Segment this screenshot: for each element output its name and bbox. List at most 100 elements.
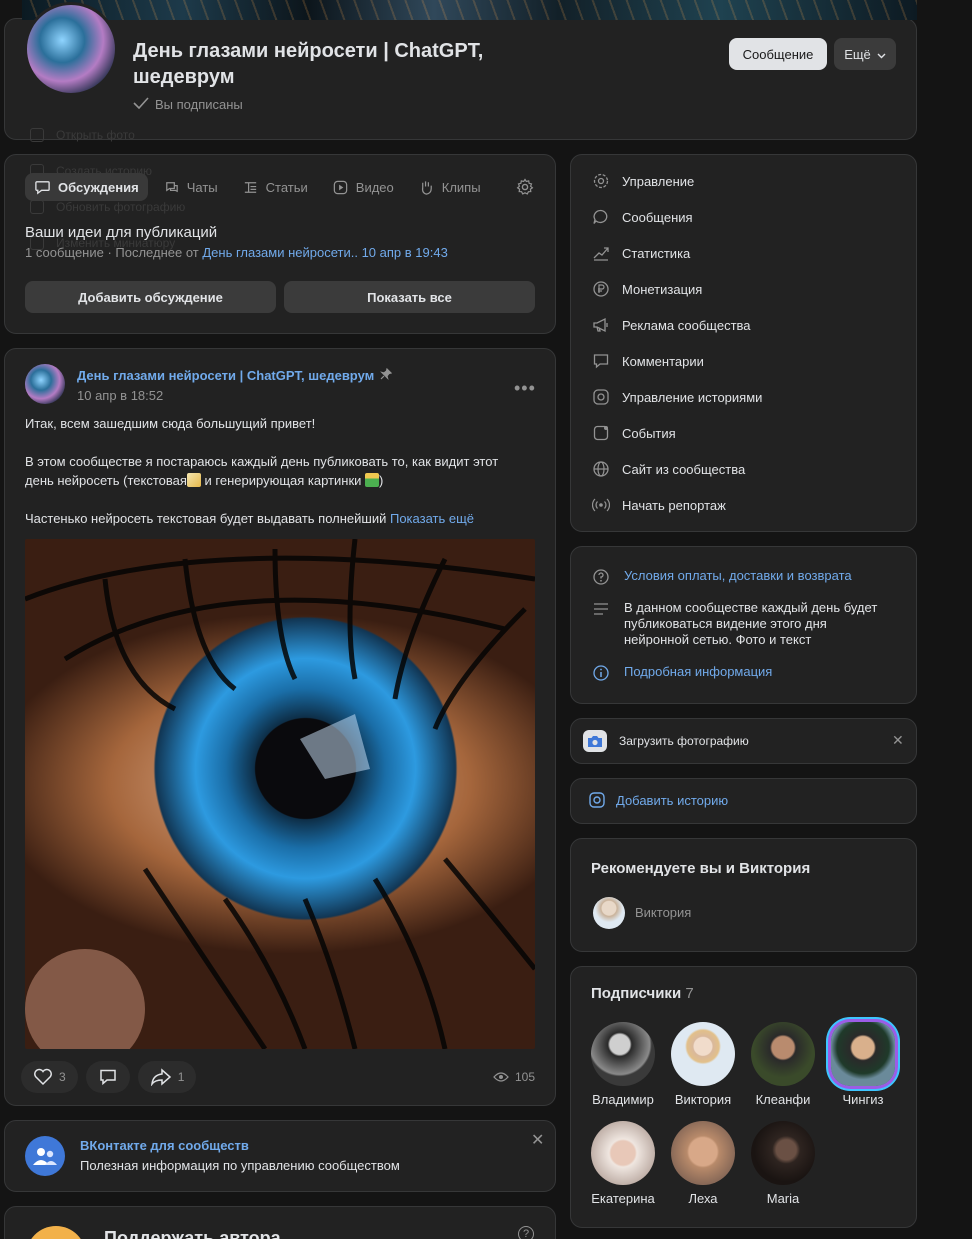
ghost-menu-item: Обновить фотографию	[30, 200, 185, 214]
subscriber-avatar	[591, 1022, 655, 1086]
menu-item-broadcast[interactable]: Начать репортаж	[592, 496, 726, 514]
message-button[interactable]: Сообщение	[729, 38, 827, 70]
story-camera-icon	[589, 792, 605, 811]
comment-icon	[99, 1069, 116, 1086]
menu-item-comments[interactable]: Комментарии	[592, 352, 704, 370]
tab-chats[interactable]: Чаты	[154, 173, 227, 201]
gear-icon	[593, 173, 609, 189]
content-tabs: Обсуждения Чаты Статьи Видео Клипы	[25, 173, 490, 201]
post-options-icon[interactable]: •••	[514, 378, 536, 399]
tabs-settings-gear-icon[interactable]	[516, 178, 534, 199]
subscription-status[interactable]: Вы подписаны	[133, 97, 243, 112]
ghost-menu-item: Открыть фото	[30, 128, 135, 142]
subscriber-item[interactable]: Чингиз	[823, 1022, 903, 1107]
recommend-avatar[interactable]	[593, 897, 625, 929]
menu-item-monetization[interactable]: Монетизация	[592, 280, 702, 298]
like-button[interactable]: 3	[21, 1061, 78, 1093]
menu-label: Статистика	[622, 245, 691, 261]
subscriber-item[interactable]: Maria	[743, 1121, 823, 1206]
upload-photo-label[interactable]: Загрузить фотографию	[619, 734, 749, 748]
payment-terms-link[interactable]: Условия оплаты, доставки и возврата	[624, 568, 852, 586]
menu-item-messages[interactable]: Сообщения	[592, 208, 693, 226]
menu-label: События	[622, 425, 676, 441]
subscriber-name: Чингиз	[842, 1092, 884, 1107]
share-button[interactable]: 1	[137, 1061, 197, 1093]
subscription-label: Вы подписаны	[155, 97, 243, 112]
discussion-icon	[35, 180, 50, 194]
ruble-icon	[593, 281, 609, 297]
tab-clips[interactable]: Клипы	[409, 173, 490, 201]
tab-label: Обсуждения	[58, 179, 139, 195]
menu-item-stats[interactable]: Статистика	[592, 244, 690, 262]
broadcast-icon	[592, 498, 610, 512]
camera-icon	[583, 730, 607, 752]
more-label: Ещё	[844, 46, 871, 62]
community-avatar[interactable]	[24, 2, 118, 96]
tab-label: Клипы	[441, 179, 481, 195]
tab-video[interactable]: Видео	[323, 173, 403, 201]
payment-terms-row[interactable]: Условия оплаты, доставки и возврата	[592, 568, 852, 586]
recommend-card	[570, 838, 917, 952]
show-all-button[interactable]: Показать все	[284, 281, 535, 313]
close-icon[interactable]: ✕	[892, 732, 904, 749]
menu-label: Начать репортаж	[622, 497, 726, 513]
text-lines-icon	[594, 603, 608, 615]
comment-icon	[593, 354, 609, 369]
menu-item-site[interactable]: Сайт из сообщества	[592, 460, 745, 478]
info-icon	[593, 665, 609, 681]
megaphone-icon	[593, 317, 608, 333]
share-count: 1	[177, 1070, 185, 1084]
menu-label: Управление историями	[622, 389, 763, 405]
memo-emoji-icon	[186, 473, 201, 487]
checkmark-icon	[133, 97, 149, 112]
menu-label: Сайт из сообщества	[622, 461, 746, 477]
subscriber-avatar	[751, 1022, 815, 1086]
subscriber-item[interactable]: Леха	[663, 1121, 743, 1206]
subscriber-item[interactable]: Виктория	[663, 1022, 743, 1107]
discussion-topic-meta: 1 сообщение · Последнее от День глазами …	[25, 245, 448, 260]
subscriber-item[interactable]: Владимир	[583, 1022, 663, 1107]
chevron-down-icon	[877, 47, 886, 62]
subscribers-title[interactable]: Подписчики 7	[591, 985, 694, 1002]
subscriber-avatar	[751, 1121, 815, 1185]
subscriber-avatar	[591, 1121, 655, 1185]
add-story-link[interactable]: Добавить историю	[616, 793, 728, 808]
pin-icon	[380, 367, 393, 383]
views-count: 105	[515, 1070, 536, 1084]
recommend-name[interactable]: Виктория	[635, 905, 691, 920]
help-icon[interactable]: ?	[518, 1226, 534, 1239]
subscribers-count: 7	[685, 985, 694, 1002]
close-icon[interactable]: ✕	[531, 1130, 544, 1150]
post-author-link[interactable]: День глазами нейросети | ChatGPT, шедевр…	[77, 368, 374, 383]
menu-item-management[interactable]: Управление	[592, 172, 694, 190]
more-button[interactable]: Ещё	[834, 38, 896, 70]
last-message-link[interactable]: День глазами нейросети.. 10 апр в 19:43	[202, 245, 447, 260]
menu-item-stories[interactable]: Управление историями	[592, 388, 762, 406]
community-cover[interactable]	[22, 0, 917, 20]
comment-button[interactable]	[85, 1061, 130, 1093]
post-text-line: день нейросеть (текстовая и генерирующая…	[25, 471, 535, 490]
post-author-row: День глазами нейросети | ChatGPT, шедевр…	[77, 367, 393, 383]
menu-label: Управление	[622, 173, 695, 189]
tab-articles[interactable]: Статьи	[233, 173, 317, 201]
post-image-eye[interactable]	[25, 539, 535, 1049]
tab-label: Статьи	[265, 179, 308, 195]
subscriber-item[interactable]: Екатерина	[583, 1121, 663, 1206]
add-discussion-button[interactable]: Добавить обсуждение	[25, 281, 276, 313]
subscriber-name: Maria	[766, 1191, 800, 1206]
post-date[interactable]: 10 апр в 18:52	[77, 388, 163, 403]
more-info-row[interactable]: Подробная информация	[592, 664, 772, 682]
subscriber-item[interactable]: Клеанфи	[743, 1022, 823, 1107]
vk-promo-title[interactable]: ВКонтакте для сообществ	[80, 1138, 249, 1153]
tab-discussions[interactable]: Обсуждения	[25, 173, 148, 201]
events-icon	[593, 425, 609, 441]
post-author-avatar[interactable]	[25, 364, 65, 404]
menu-item-ads[interactable]: Реклама сообщества	[592, 316, 751, 334]
menu-item-events[interactable]: События	[592, 424, 676, 442]
more-info-link[interactable]: Подробная информация	[624, 664, 772, 682]
eye-icon	[493, 1072, 509, 1082]
community-title: День глазами нейросети | ChatGPT, шедевр…	[133, 40, 484, 88]
subscribers-label: Подписчики	[591, 985, 682, 1002]
discussion-topic-title[interactable]: Ваши идеи для публикаций	[25, 224, 217, 241]
show-more-link[interactable]: Показать ещё	[390, 511, 474, 526]
